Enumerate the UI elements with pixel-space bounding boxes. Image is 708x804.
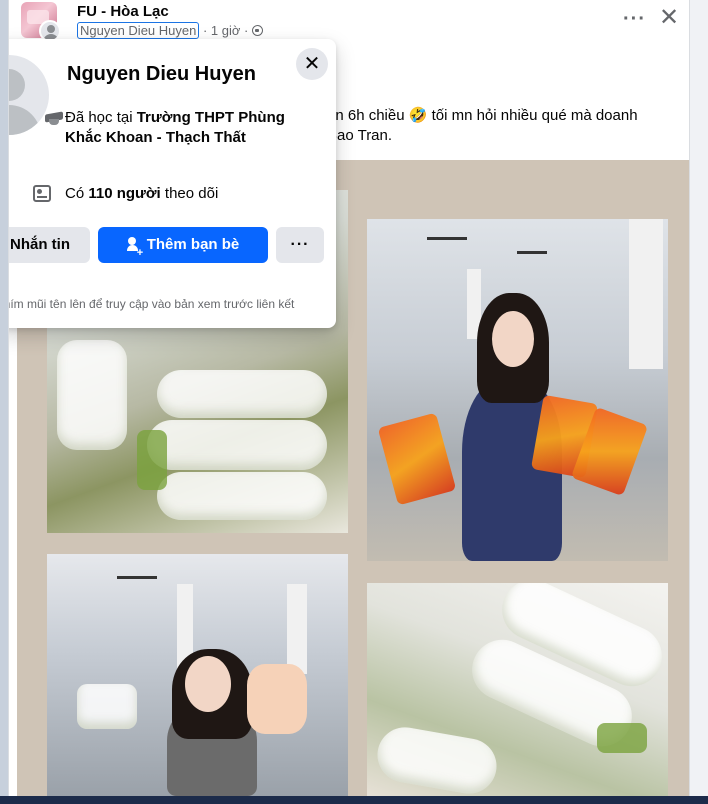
post-meta: Nguyen Dieu Huyen · 1 giờ ·: [77, 22, 263, 39]
followers-suffix: theo dõi: [160, 185, 219, 202]
face-image: [185, 656, 231, 712]
spring-roll-image: [147, 420, 327, 470]
post-header: FU - Hòa Lạc Nguyen Dieu Huyen · 1 giờ ·…: [21, 2, 689, 42]
page-background-left: [0, 0, 8, 804]
more-actions-button[interactable]: ···: [276, 227, 324, 263]
ceiling-fan-image: [517, 251, 547, 254]
scrollbar-track[interactable]: [690, 0, 708, 804]
post-photo[interactable]: [367, 219, 668, 561]
message-button[interactable]: Nhắn tin: [9, 227, 90, 263]
globe-icon: [251, 25, 263, 36]
add-friend-button[interactable]: + Thêm bạn bè: [98, 227, 268, 263]
profile-hover-card: Nguyen Dieu Huyen ✕ Đã học tại Trường TH…: [8, 39, 336, 328]
avatar-body-shape: [9, 105, 41, 135]
profile-avatar[interactable]: [9, 55, 49, 135]
add-friend-icon: +: [126, 237, 143, 259]
followers-info: Có 110 người theo dõi: [33, 184, 219, 204]
spring-roll-image: [157, 370, 327, 418]
close-icon[interactable]: ✕: [659, 3, 679, 32]
group-name-link[interactable]: FU - Hòa Lạc: [77, 3, 169, 20]
education-info: Đã học tại Trường THPT Phùng Khắc Khoan …: [49, 108, 295, 148]
profile-name[interactable]: Nguyen Dieu Huyen: [67, 63, 256, 86]
post-card: FU - Hòa Lạc Nguyen Dieu Huyen · 1 giờ ·…: [8, 0, 690, 804]
post-time[interactable]: · 1 giờ ·: [203, 23, 248, 38]
graduation-cap-icon: [45, 110, 65, 126]
add-friend-label: Thêm bạn bè: [146, 236, 240, 253]
keyboard-hint: phím mũi tên lên để truy cập vào bản xem…: [8, 297, 295, 311]
close-hover-card-button[interactable]: ✕: [296, 48, 328, 80]
spring-roll-image: [157, 472, 327, 520]
post-text: ến 6h chiều 🤣 tối mn hỏi nhiều qué mà do…: [327, 106, 687, 146]
post-photo[interactable]: [367, 583, 668, 796]
vegetable-image: [137, 430, 167, 490]
post-text-line: Bao Tran.: [327, 127, 393, 144]
spring-roll-image: [57, 340, 127, 450]
hand-image: [247, 664, 307, 734]
face-image: [492, 311, 534, 367]
pillar-image: [629, 219, 663, 369]
education-prefix: Đã học tại: [65, 109, 137, 126]
message-button-label: Nhắn tin: [10, 236, 70, 253]
vegetable-image: [597, 723, 647, 753]
followers-count-link[interactable]: 110 người: [88, 185, 160, 202]
author-name-link[interactable]: Nguyen Dieu Huyen: [77, 22, 200, 39]
followers-prefix: Có: [65, 185, 89, 202]
post-text-line: ến 6h chiều 🤣 tối mn hỏi nhiều qué mà do…: [327, 107, 638, 124]
taskbar: [0, 796, 708, 804]
avatar-head-shape: [9, 69, 25, 101]
avatar-head-shape: [47, 25, 55, 33]
spring-roll-image: [373, 722, 501, 796]
ceiling-fan-image: [117, 576, 157, 579]
snack-bag-image: [377, 412, 457, 506]
more-options-icon[interactable]: ···: [623, 8, 646, 31]
followers-icon: [33, 185, 51, 202]
spring-roll-image: [77, 684, 137, 729]
ceiling-fan-image: [427, 237, 467, 240]
pillar-image: [287, 584, 307, 674]
post-photo[interactable]: [47, 554, 348, 796]
